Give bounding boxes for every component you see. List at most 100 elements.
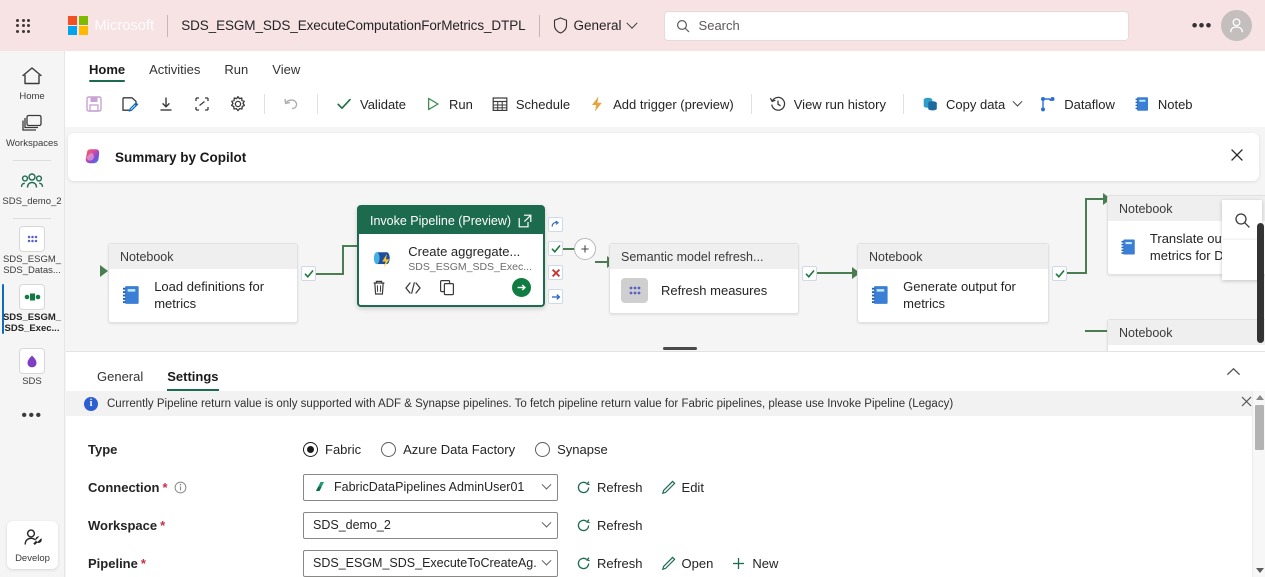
field-label-text: Workspace [88,517,158,533]
edit-pencil-icon [661,480,675,494]
copilot-title: Summary by Copilot [115,149,247,165]
checkmark-icon [805,269,814,278]
view-run-history-button[interactable]: View run history [761,90,894,118]
activity-node-semantic-refresh[interactable]: Semantic model refresh... Refresh measur… [609,243,799,314]
pipeline-dropdown[interactable]: SDS_ESGM_SDS_ExecuteToCreateAg... [303,549,558,577]
save-button[interactable] [77,90,111,118]
refresh-icon [577,556,590,569]
field-label: Workspace * [88,518,303,533]
command-bar: Validate Run Schedule Add trigger (previ… [65,82,1265,126]
share-button[interactable] [185,90,219,118]
scroll-up-button[interactable] [1253,391,1265,404]
tab-view[interactable]: View [262,62,310,82]
sidebar-item-sds[interactable]: SDS [0,344,65,391]
delete-icon[interactable] [371,279,387,296]
completion-port[interactable] [548,289,563,304]
duplicate-icon[interactable] [439,279,456,296]
pipeline-new-button[interactable]: New [731,556,778,571]
scroll-down-button[interactable] [1253,564,1265,577]
pipeline-open-button[interactable]: Open [661,556,713,571]
radio-fabric[interactable]: Fabric [303,441,361,457]
sidebar-label: Home [19,91,45,102]
dataflow-button[interactable]: Dataflow [1031,90,1123,118]
connection-edit-button[interactable]: Edit [661,480,704,495]
shield-icon [553,17,567,34]
workspace-refresh-button[interactable]: Refresh [576,518,643,533]
tab-settings[interactable]: Settings [158,369,227,391]
pipeline-refresh-button[interactable]: Refresh [576,556,643,571]
activity-node-notebook-generate[interactable]: Notebook Generate output for metrics [857,243,1049,323]
info-circle-icon[interactable] [174,481,187,494]
tab-activities[interactable]: Activities [139,62,210,82]
radio-indicator [303,441,318,457]
failure-port[interactable] [548,265,563,280]
search-input[interactable]: Search [663,10,1129,41]
sidebar-item-workspaces[interactable]: Workspaces [0,106,65,153]
save-as-button[interactable] [113,90,147,118]
validate-label: Validate [360,96,407,112]
fabric-pipeline-app: Microsoft SDS_ESGM_SDS_ExecuteComputatio… [0,0,1265,577]
topbar-right-group: ••• [1187,10,1265,41]
add-activity-button[interactable]: + [574,238,596,260]
radio-synapse[interactable]: Synapse [535,441,608,457]
settings-button[interactable] [221,90,255,118]
sidebar-item-pipeline[interactable]: SDS_ESGM_SDS_Exec... [0,280,65,338]
microsoft-logo[interactable]: Microsoft [46,15,154,36]
more-options-icon[interactable]: ••• [1187,11,1217,41]
success-port[interactable] [1052,266,1067,281]
success-port[interactable] [802,266,817,281]
semantic-model-icon [19,348,45,374]
run-button[interactable]: Run [416,90,481,118]
document-title: SDS_ESGM_SDS_ExecuteComputationForMetric… [181,18,526,33]
collapse-panel-button[interactable] [1226,364,1241,382]
success-port[interactable] [548,241,563,256]
activity-node-notebook-partial[interactable]: Notebook [1107,319,1265,351]
scrollbar-thumb[interactable] [1255,405,1264,450]
refresh-icon [577,518,590,531]
scrollbar-thumb[interactable] [1257,223,1264,343]
home-icon [21,64,43,88]
develop-button[interactable]: Develop [7,521,58,569]
dataflow-label: Dataflow [1064,96,1115,112]
activity-node-invoke-pipeline[interactable]: Invoke Pipeline (Preview) Create aggrega… [357,205,545,307]
validate-button[interactable]: Validate [327,90,414,118]
invoke-pipeline-icon [373,251,390,267]
code-icon[interactable] [404,280,422,296]
radio-indicator [381,441,397,457]
tab-run[interactable]: Run [214,62,258,82]
connection-refresh-button[interactable]: Refresh [576,480,643,495]
notebook-button[interactable]: Noteb [1125,90,1201,118]
close-icon[interactable] [1229,147,1245,168]
activity-node-notebook-load[interactable]: Notebook Load definitions for metrics [108,243,298,323]
connection-dropdown[interactable]: FabricDataPipelines AdminUser01 [303,473,558,501]
open-external-icon[interactable] [518,214,532,228]
canvas-vertical-scrollbar[interactable] [1255,185,1265,351]
avatar[interactable] [1221,10,1252,41]
sidebar-item-home[interactable]: Home [0,59,65,106]
workspace-dropdown[interactable]: SDS_demo_2 [303,511,558,539]
import-button[interactable] [149,90,183,118]
sidebar-more-button[interactable]: ••• [0,401,65,430]
panel-vertical-scrollbar[interactable] [1252,391,1265,577]
undo-button[interactable] [274,90,308,118]
waffle-menu-icon[interactable] [0,0,46,51]
radio-azure-data-factory[interactable]: Azure Data Factory [381,441,515,457]
panel-resize-handle[interactable] [663,347,697,350]
success-port[interactable] [301,266,316,281]
microsoft-squares-icon [68,15,88,36]
pipeline-canvas[interactable]: Notebook Load definitions for metrics In… [66,185,1265,351]
add-trigger-button[interactable]: Add trigger (preview) [580,90,742,118]
sidebar-item-sds-demo-2[interactable]: SDS_demo_2 [0,164,65,211]
tab-general[interactable]: General [88,369,152,391]
workspace-chip[interactable]: General [553,17,638,34]
run-activity-button[interactable] [512,278,531,297]
copy-data-button[interactable]: Copy data [913,90,1029,118]
tab-home[interactable]: Home [79,62,135,82]
field-label: Connection * [88,480,303,495]
schedule-button[interactable]: Schedule [483,90,578,118]
notebook-icon [1135,97,1148,111]
more-icon: ••• [21,407,43,424]
skip-port[interactable] [548,217,563,232]
save-icon [86,96,102,112]
sidebar-item-dataset[interactable]: SDS_ESGM_SDS_Datas... [0,222,65,280]
